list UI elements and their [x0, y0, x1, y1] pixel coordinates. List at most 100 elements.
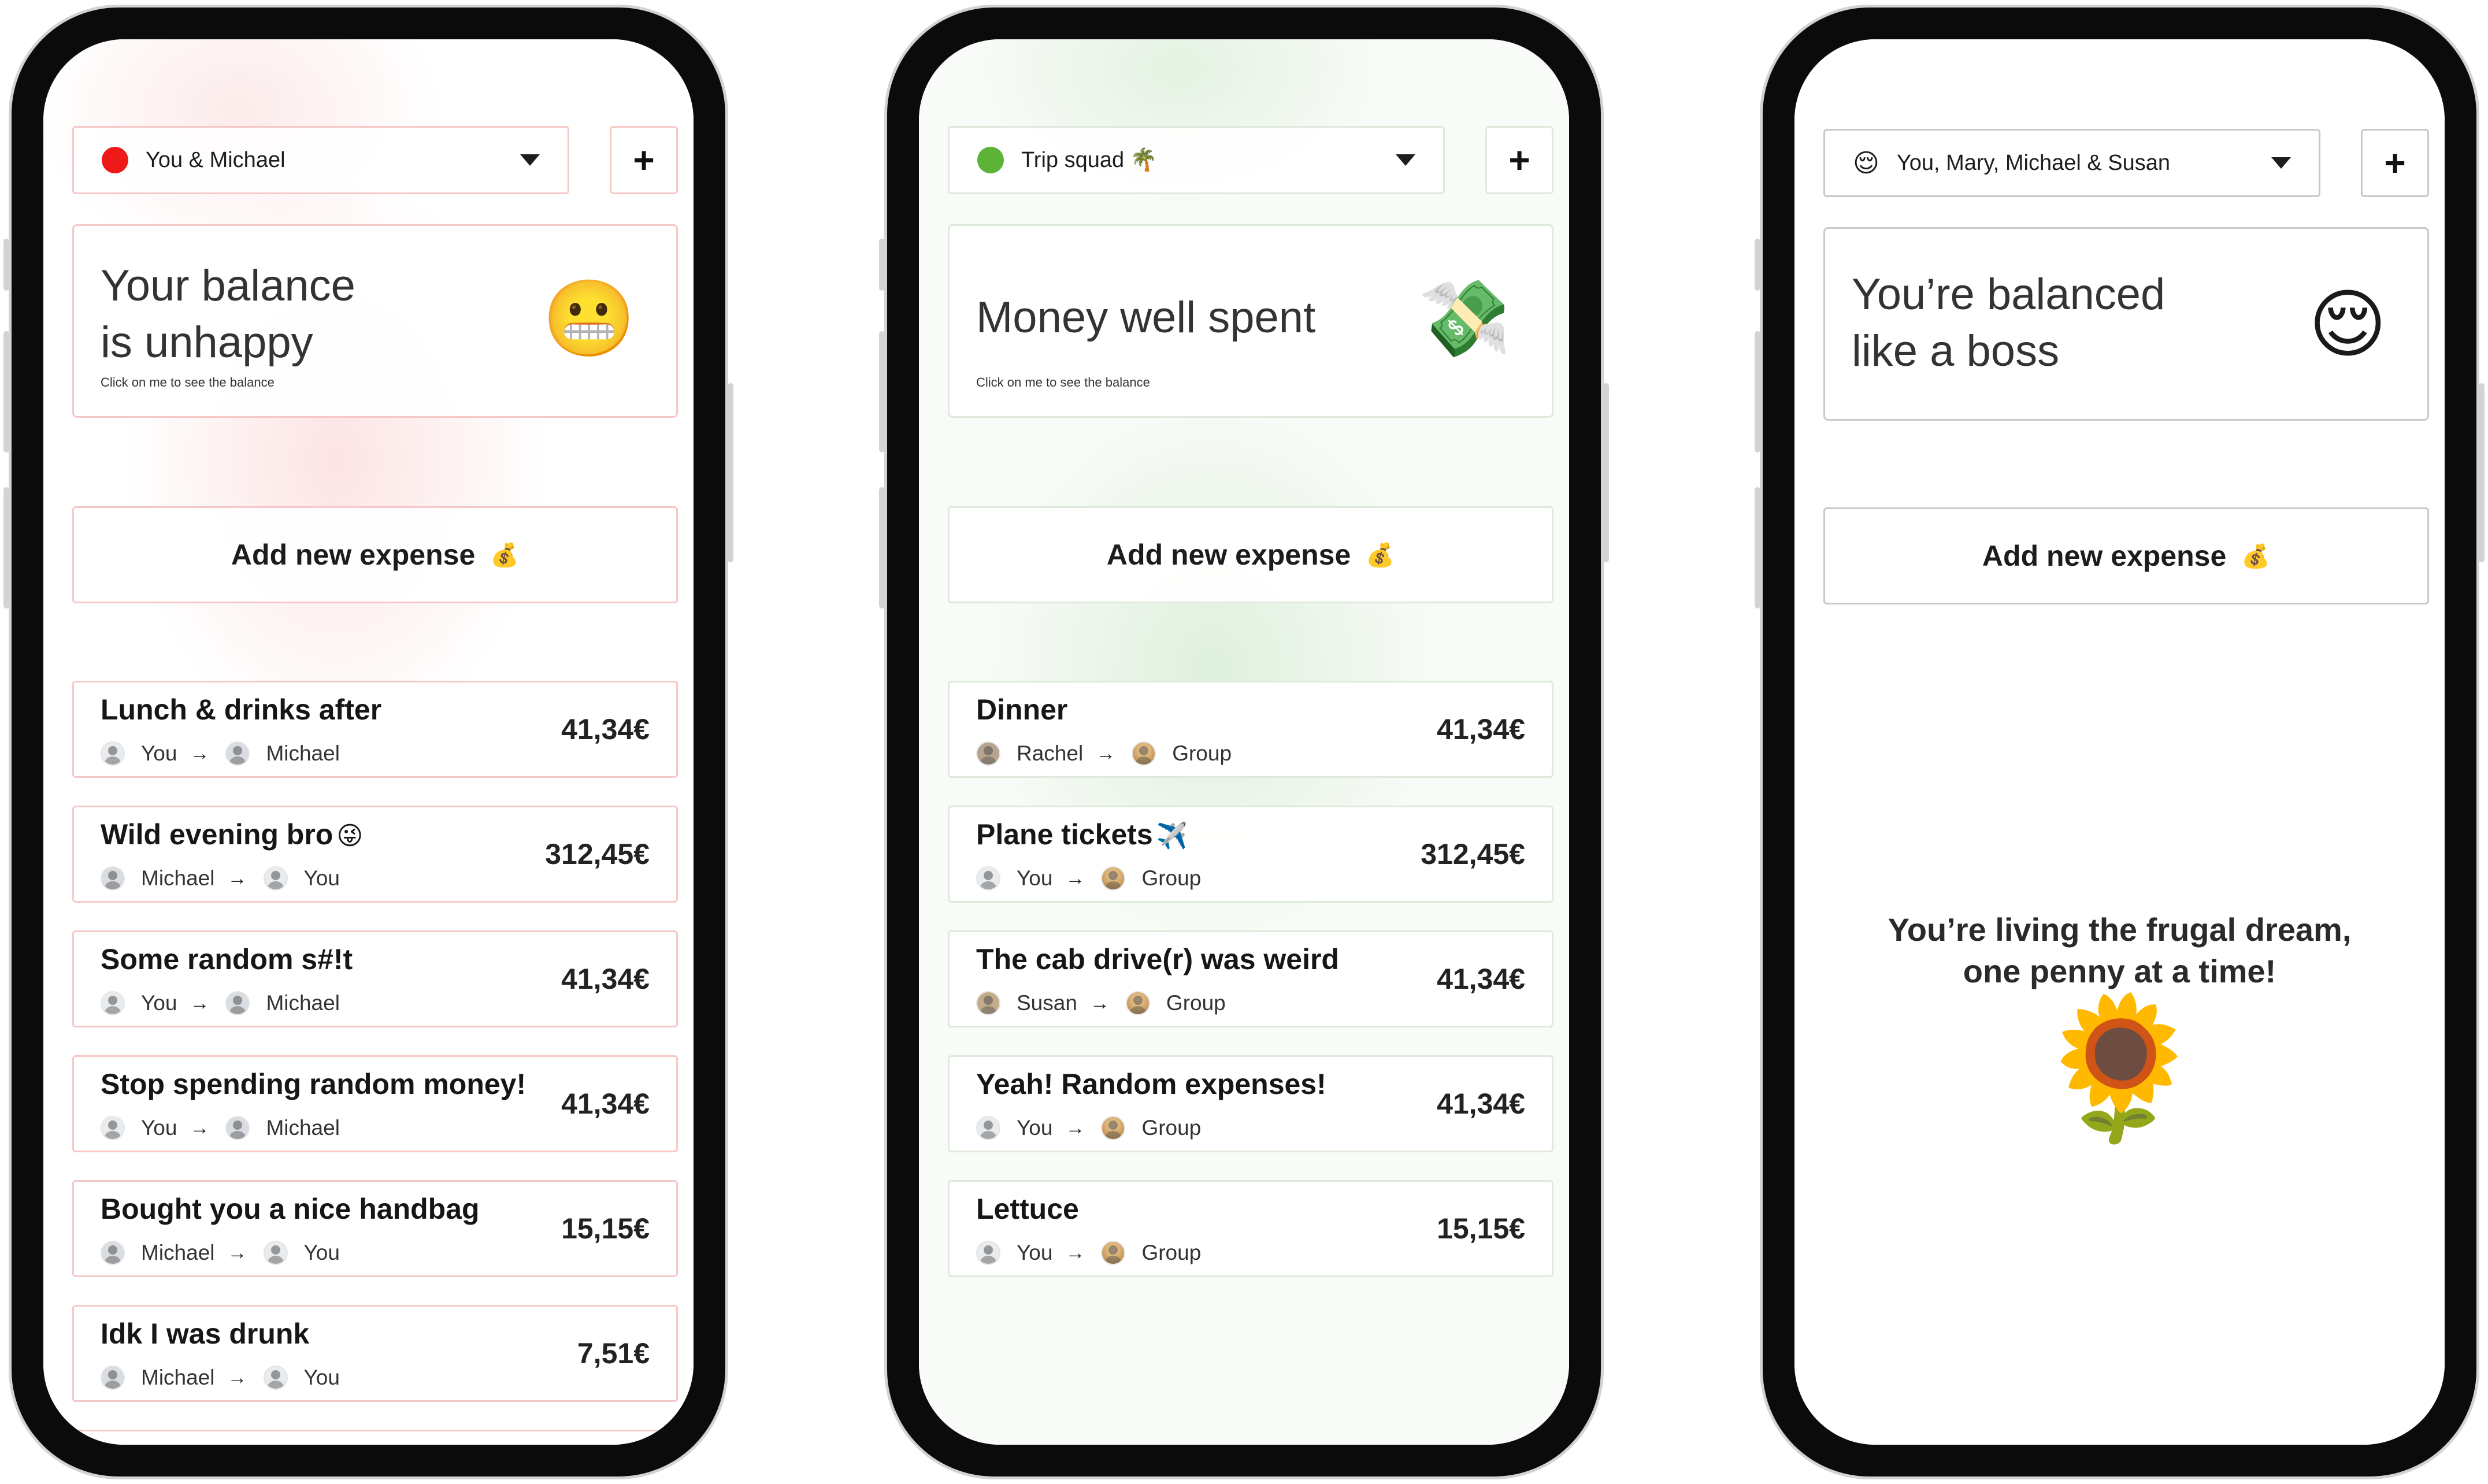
- group-selector[interactable]: 😌 You, Mary, Michael & Susan: [1823, 129, 2320, 197]
- phone-frame-1: You & Michael + Your balance is unhappy …: [3, 5, 733, 1479]
- group-selector[interactable]: Trip squad 🌴: [948, 126, 1445, 194]
- expense-amount: 41,34€: [1437, 713, 1525, 745]
- avatar: [101, 741, 125, 766]
- group-avatar: [1101, 866, 1126, 891]
- recipient-name: Michael: [266, 991, 340, 1015]
- expense-participants: Susan → Group: [976, 990, 1226, 1016]
- avatar: [101, 866, 125, 891]
- add-expense-button[interactable]: Add new expense 💰: [948, 506, 1553, 603]
- add-expense-button[interactable]: Add new expense 💰: [72, 506, 678, 603]
- expense-item[interactable]: Dinner Rachel → Group 41,34€: [948, 681, 1553, 778]
- expense-item[interactable]: Bought you a nice handbag Michael → You …: [72, 1180, 678, 1277]
- side-button: [3, 487, 9, 609]
- add-expense-button[interactable]: Add new expense 💰: [1823, 507, 2429, 604]
- expense-title: Wild evening bro 😜: [101, 818, 363, 851]
- avatar: [225, 991, 250, 1015]
- balance-card[interactable]: Your balance is unhappy Click on me to s…: [72, 224, 678, 418]
- balance-hint: Click on me to see the balance: [101, 375, 275, 389]
- balance-title-line1: Your balance: [101, 261, 355, 310]
- side-button: [879, 331, 885, 452]
- expense-amount: 41,34€: [561, 713, 650, 745]
- expense-item[interactable]: Lettuce You → Group 15,15€: [948, 1180, 1553, 1277]
- expense-amount: 41,34€: [561, 1088, 650, 1120]
- avatar: [263, 1241, 288, 1265]
- expense-item[interactable]: Some random s#!t You → Michael 41,34€: [72, 930, 678, 1027]
- avatar: [101, 1116, 125, 1140]
- payer-name: You: [141, 991, 177, 1015]
- app-screen-1: You & Michael + Your balance is unhappy …: [43, 39, 694, 1445]
- expense-item-partial[interactable]: [72, 1430, 678, 1445]
- arrow-right-icon: →: [227, 1241, 247, 1264]
- side-button: [1755, 331, 1760, 452]
- grimacing-face-icon: 😬: [542, 276, 636, 361]
- money-bag-icon: 💰: [1366, 542, 1395, 568]
- empty-state-message: You’re living the frugal dream, one penn…: [1794, 909, 2445, 992]
- expense-title-text: Bought you a nice handbag: [101, 1193, 480, 1225]
- add-group-button[interactable]: +: [1485, 126, 1553, 194]
- expense-item[interactable]: Yeah! Random expenses! You → Group 41,34…: [948, 1055, 1553, 1152]
- payer-name: Susan: [1017, 991, 1077, 1015]
- side-button: [1755, 487, 1760, 609]
- add-group-button[interactable]: +: [2361, 129, 2429, 197]
- add-group-button[interactable]: +: [610, 126, 678, 194]
- group-avatar: [1132, 741, 1156, 766]
- side-button: [879, 239, 885, 291]
- expense-item[interactable]: Plane tickets ✈️ You → Group 312,45€: [948, 806, 1553, 903]
- expense-participants: You → Group: [976, 1115, 1201, 1141]
- balance-title-line2: is unhappy: [101, 318, 313, 367]
- group-selector-label: You & Michael: [146, 147, 285, 172]
- winking-tongue-face-icon: 😜: [336, 822, 364, 850]
- expense-item[interactable]: Lunch & drinks after You → Michael 41,34…: [72, 681, 678, 778]
- avatar: [976, 991, 1000, 1015]
- payer-name: Michael: [141, 1241, 215, 1264]
- expense-amount: 41,34€: [561, 963, 650, 995]
- group-avatar: [1101, 1116, 1126, 1140]
- payer-name: Michael: [141, 866, 215, 890]
- side-button: [879, 487, 885, 609]
- recipient-name: Group: [1141, 866, 1202, 890]
- payer-name: Rachel: [1017, 741, 1084, 765]
- expense-title-text: Some random s#!t: [101, 943, 353, 975]
- screen-background: Trip squad 🌴 + Money well spent Click on…: [919, 39, 1569, 1445]
- recipient-name: Michael: [266, 1116, 340, 1140]
- group-selector[interactable]: You & Michael: [72, 126, 569, 194]
- arrow-right-icon: →: [227, 867, 247, 889]
- expense-item[interactable]: The cab drive(r) was weird Susan → Group…: [948, 930, 1553, 1027]
- expense-item[interactable]: Idk I was drunk Michael → You 7,51€: [72, 1305, 678, 1402]
- arrow-right-icon: →: [1065, 1116, 1085, 1139]
- recipient-name: Group: [1141, 1116, 1202, 1140]
- balance-hint: Click on me to see the balance: [976, 375, 1150, 389]
- arrow-right-icon: →: [1096, 742, 1116, 765]
- expense-item[interactable]: Stop spending random money! You → Michae…: [72, 1055, 678, 1152]
- avatar: [263, 1366, 288, 1390]
- expense-participants: Michael → You: [101, 1240, 340, 1266]
- avatar: [976, 1116, 1000, 1140]
- expense-title: Plane tickets ✈️: [976, 818, 1188, 851]
- side-button: [3, 331, 9, 452]
- group-selector-label: Trip squad: [1021, 147, 1125, 172]
- expense-title-text: The cab drive(r) was weird: [976, 943, 1339, 975]
- arrow-right-icon: →: [1065, 867, 1085, 889]
- avatar: [225, 741, 250, 766]
- chevron-down-icon: [520, 154, 540, 166]
- money-bag-icon: 💰: [490, 542, 520, 568]
- expense-title-text: Lettuce: [976, 1193, 1079, 1225]
- balance-card[interactable]: Money well spent Click on me to see the …: [948, 224, 1553, 418]
- payer-name: You: [1017, 1241, 1053, 1264]
- avatar: [101, 991, 125, 1015]
- expense-item[interactable]: Wild evening bro 😜 Michael → You 312,45€: [72, 806, 678, 903]
- avatar: [976, 866, 1000, 891]
- avatar: [101, 1241, 125, 1265]
- expense-title-text: Lunch & drinks after: [101, 693, 382, 726]
- expense-participants: Rachel → Group: [976, 740, 1232, 767]
- recipient-name: You: [303, 1366, 340, 1389]
- expense-participants: You → Michael: [101, 740, 340, 767]
- recipient-name: You: [303, 1241, 340, 1264]
- expense-amount: 7,51€: [577, 1337, 650, 1370]
- expense-amount: 312,45€: [545, 838, 650, 870]
- avatar: [263, 866, 288, 891]
- balance-card[interactable]: You’re balanced like a boss 😌: [1823, 227, 2429, 421]
- expense-title: Bought you a nice handbag: [101, 1192, 480, 1226]
- add-expense-label: Add new expense: [1982, 540, 2227, 572]
- phone-frame-2: Trip squad 🌴 + Money well spent Click on…: [879, 5, 1609, 1479]
